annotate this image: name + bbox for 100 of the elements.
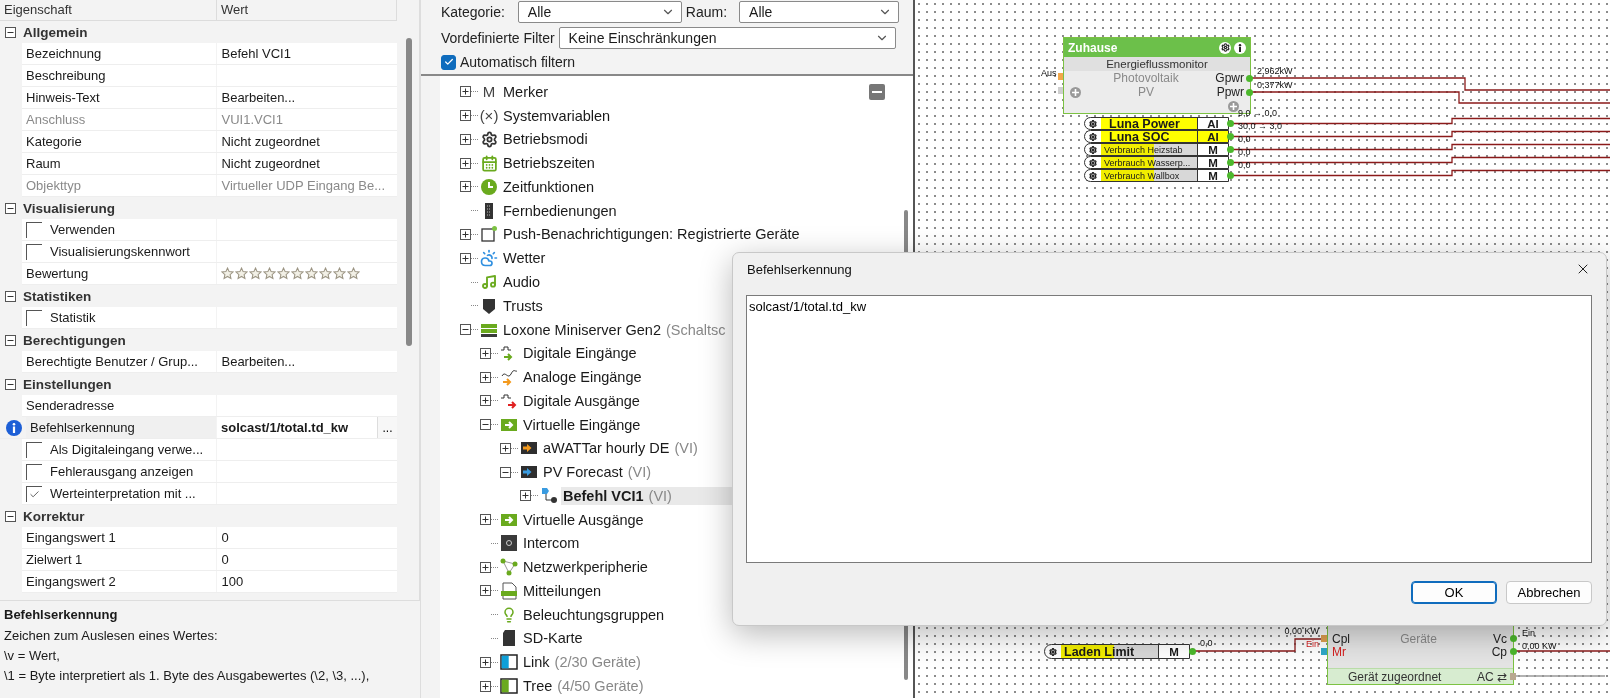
column-header[interactable]: Wert bbox=[217, 0, 397, 20]
input-block[interactable]: Luna SOC AI bbox=[1084, 130, 1229, 143]
glyph-icon: (×) bbox=[479, 105, 499, 126]
block-name: Luna SOC bbox=[1101, 131, 1197, 142]
check-icon bbox=[443, 57, 454, 67]
expand-icon[interactable] bbox=[460, 181, 471, 193]
expand-icon[interactable] bbox=[480, 585, 491, 597]
property-value[interactable]: solcast/1/total.td_kw bbox=[221, 420, 349, 435]
gear-icon bbox=[1089, 158, 1097, 167]
output-name: Cp bbox=[1491, 645, 1507, 659]
tree-item[interactable]: Analoge Eingänge bbox=[521, 368, 644, 387]
preset-select[interactable]: Keine Einschränkungen bbox=[558, 26, 896, 49]
expand-icon[interactable] bbox=[500, 442, 511, 454]
expand-icon[interactable] bbox=[480, 371, 491, 383]
tree-item[interactable]: Digitale Eingänge bbox=[521, 344, 639, 363]
collapse-icon[interactable] bbox=[5, 290, 16, 302]
collapse-icon[interactable] bbox=[5, 510, 16, 522]
rating-stars[interactable] bbox=[221, 267, 361, 280]
tree-item[interactable]: Intercom bbox=[521, 534, 582, 553]
collapse-icon[interactable] bbox=[5, 26, 16, 38]
collapse-icon[interactable] bbox=[5, 378, 16, 390]
tree-item[interactable]: Merker bbox=[501, 82, 551, 101]
tree-item[interactable]: aWATTar hourly DE (VI) bbox=[541, 439, 700, 458]
collapse-icon[interactable] bbox=[5, 202, 16, 214]
star-icon bbox=[249, 267, 263, 280]
star-icon bbox=[333, 267, 347, 280]
input-name: Cpl bbox=[1331, 632, 1351, 646]
tree-item[interactable]: SD-Karte bbox=[521, 629, 585, 648]
gear-icon bbox=[480, 130, 498, 148]
checkbox[interactable] bbox=[26, 243, 42, 260]
dialog-button[interactable]: OK bbox=[1411, 581, 1497, 604]
dialog-button[interactable]: Abbrechen bbox=[1506, 581, 1592, 604]
block-subtitle: Energieflussmonitor bbox=[1064, 57, 1250, 71]
collapse-icon[interactable] bbox=[500, 466, 511, 478]
browse-button[interactable]: ... bbox=[377, 417, 397, 438]
input-block[interactable]: Luna Power AI bbox=[1084, 117, 1229, 130]
star-icon bbox=[235, 267, 249, 280]
tree-item[interactable]: Fernbedienungen bbox=[501, 201, 619, 220]
property-value[interactable]: Nicht zugeordnet bbox=[217, 131, 397, 152]
checkbox[interactable] bbox=[26, 485, 42, 502]
column-header[interactable]: Eigenschaft bbox=[0, 0, 217, 20]
tree-item[interactable]: Beleuchtungsgruppen bbox=[521, 605, 667, 624]
tree-item[interactable]: PV Forecast (VI) bbox=[541, 463, 654, 482]
collapse-icon[interactable] bbox=[460, 324, 471, 336]
category-select[interactable]: Alle bbox=[517, 0, 682, 23]
tree-item[interactable]: Push-Benachrichtigungen: Registrierte Geräte bbox=[501, 225, 802, 244]
collapse-icon[interactable] bbox=[5, 334, 16, 346]
expand-icon[interactable] bbox=[480, 395, 491, 407]
command-input[interactable]: solcast/1/total.td_kw bbox=[746, 295, 1592, 563]
collapse-all-button[interactable] bbox=[869, 84, 885, 100]
tree-item[interactable]: Loxone Miniserver Gen2 (Schaltsc bbox=[501, 320, 728, 339]
expand-icon[interactable] bbox=[460, 133, 471, 145]
wire-reading: Ein bbox=[1522, 628, 1535, 638]
tree-item[interactable]: Betriebszeiten bbox=[501, 154, 597, 173]
tree-item[interactable]: Systemvariablen bbox=[501, 106, 613, 125]
property-value[interactable]: 100 bbox=[217, 571, 397, 592]
expand-icon[interactable] bbox=[480, 347, 491, 359]
tree-item[interactable]: Netzwerkperipherie bbox=[521, 558, 650, 577]
expand-icon[interactable] bbox=[520, 490, 531, 502]
expand-icon[interactable] bbox=[460, 228, 471, 240]
expand-icon[interactable] bbox=[460, 157, 471, 169]
tree-item[interactable]: Wetter bbox=[501, 249, 548, 268]
expand-icon[interactable] bbox=[480, 656, 491, 668]
tree-item[interactable]: Mitteilungen bbox=[521, 581, 604, 600]
property-value[interactable]: Bearbeiten... bbox=[217, 351, 397, 372]
expand-icon[interactable] bbox=[460, 252, 471, 264]
property-value[interactable]: 0 bbox=[217, 549, 397, 570]
input-name: PV bbox=[1137, 85, 1155, 99]
tree-item[interactable]: Zeitfunktionen bbox=[501, 177, 597, 196]
input-name: Mr bbox=[1331, 645, 1346, 659]
group-title: Einstellungen bbox=[23, 376, 112, 392]
tree-item[interactable]: Virtuelle Eingänge bbox=[521, 415, 643, 434]
tree-item[interactable]: Trusts bbox=[501, 296, 545, 315]
expand-icon[interactable] bbox=[460, 110, 471, 122]
expand-icon[interactable] bbox=[480, 561, 491, 573]
tree-item[interactable]: Befehl VCI1 (VI) bbox=[561, 486, 732, 505]
tree-item[interactable]: Audio bbox=[501, 273, 543, 291]
room-select[interactable]: Alle bbox=[739, 0, 900, 23]
expand-icon[interactable] bbox=[460, 86, 471, 98]
property-value[interactable]: Nicht zugeordnet bbox=[217, 153, 397, 174]
device-block[interactable]: Cpl Geräte Vc Mr Cp Gerät zugeordnet AC ⇄ bbox=[1327, 624, 1514, 685]
property-value[interactable]: Befehl VCI1 bbox=[217, 43, 397, 64]
checkbox[interactable] bbox=[26, 221, 42, 238]
tree-item[interactable]: Betriebsmodi bbox=[501, 130, 590, 149]
add-icon[interactable] bbox=[1228, 100, 1239, 112]
expand-icon[interactable] bbox=[480, 514, 491, 526]
add-icon[interactable] bbox=[1070, 86, 1081, 98]
tree-item[interactable]: Digitale Ausgänge bbox=[521, 391, 642, 410]
property-value[interactable]: 0 bbox=[217, 527, 397, 548]
tree-item[interactable]: Link (2/30 Geräte) bbox=[521, 653, 643, 672]
checkbox[interactable] bbox=[26, 463, 42, 480]
tree-item[interactable]: Virtuelle Ausgänge bbox=[521, 510, 646, 529]
collapse-icon[interactable] bbox=[480, 419, 491, 431]
gear-icon bbox=[1049, 647, 1057, 656]
checkbox[interactable] bbox=[26, 441, 42, 458]
property-value[interactable]: Bearbeiten... bbox=[217, 87, 397, 108]
tree-item[interactable]: Tree (4/50 Geräte) bbox=[521, 677, 646, 695]
checkbox[interactable] bbox=[26, 309, 42, 326]
checkbox[interactable] bbox=[441, 54, 456, 70]
expand-icon[interactable] bbox=[480, 680, 491, 692]
